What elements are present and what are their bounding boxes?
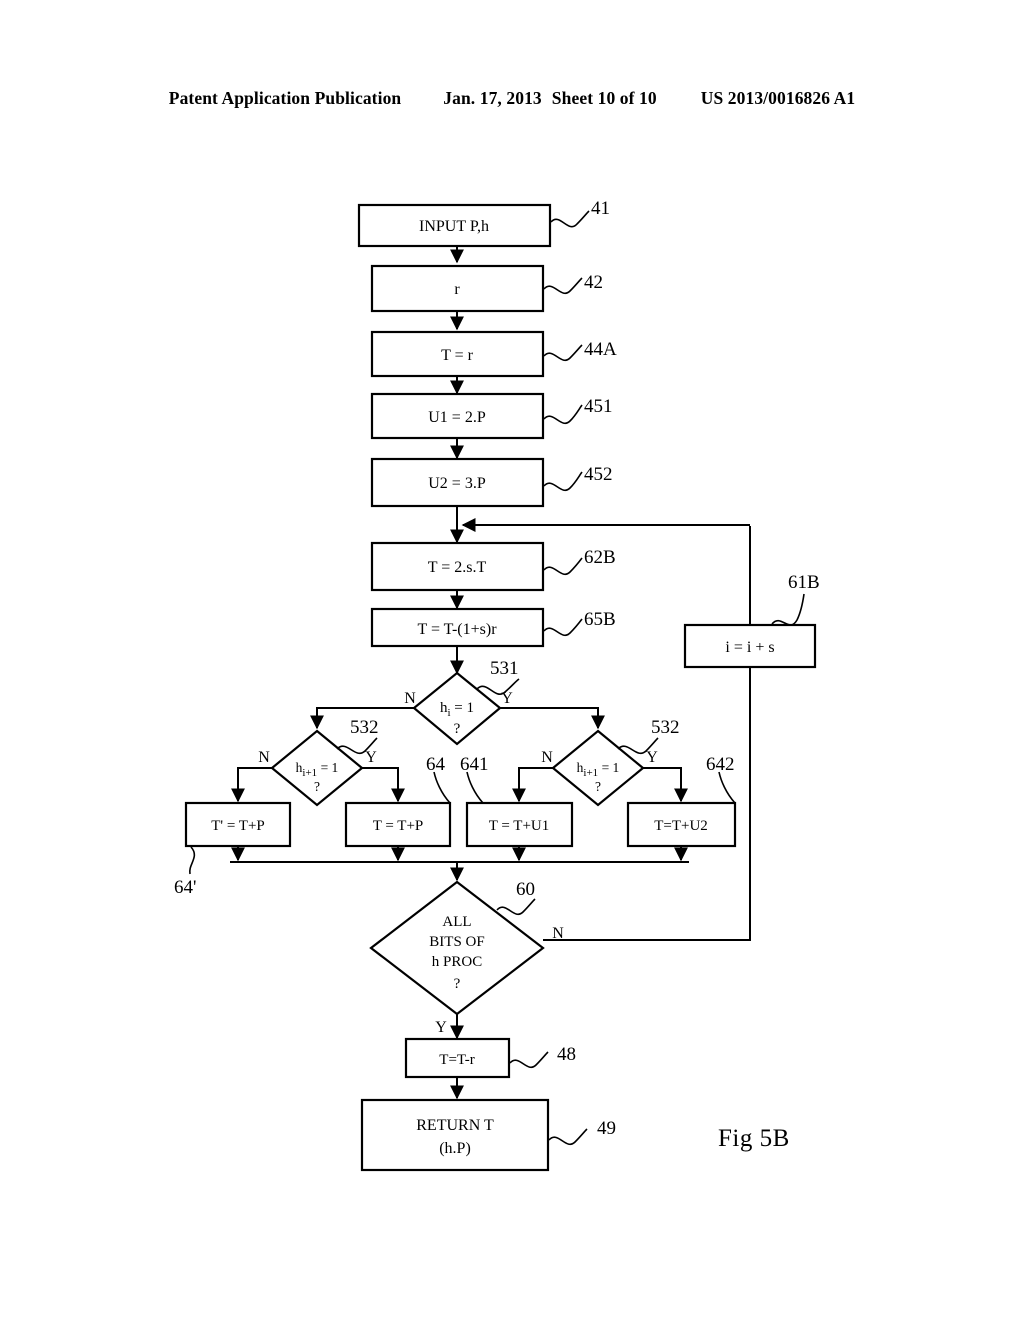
node-t-plus-u2-label: T=T+U2 — [654, 818, 708, 834]
ref-num-62B: 62B — [584, 547, 616, 568]
flowchart-diagram: INPUT P,h r T = r U1 = 2.P U2 = 3.P T = … — [174, 198, 820, 1172]
node-return-t-line1: RETURN T — [416, 1117, 494, 1134]
node-r-label: r — [454, 281, 460, 298]
node-decision-hi: hi = 1 ? — [412, 671, 502, 746]
node-r: r — [370, 264, 545, 313]
node-u2: U2 = 3.P — [370, 457, 545, 508]
ref-num-452: 452 — [584, 464, 613, 485]
node-u1: U1 = 2.P — [370, 392, 545, 440]
node-decision-hi1-right-question: ? — [595, 779, 601, 794]
node-decision-hi1-left: hi+1 = 1 ? — [270, 729, 364, 807]
node-decision-all-bits-line4: ? — [454, 976, 461, 992]
ref-num-641: 641 — [460, 754, 489, 775]
node-return-t: RETURN T (h.P) — [360, 1098, 550, 1172]
connector-532R-no — [512, 767, 553, 803]
node-i-increment: i = i + s — [683, 623, 817, 669]
branch-label-532L-yes: Y — [365, 749, 377, 766]
ref-num-49: 49 — [597, 1118, 616, 1139]
connector-532L-no — [231, 767, 272, 803]
ref-num-44A: 44A — [584, 339, 617, 360]
node-t-minus-r: T=T-r — [404, 1037, 511, 1079]
ref-num-642: 642 — [706, 754, 735, 775]
node-return-t-line2: (h.P) — [439, 1140, 471, 1157]
branch-label-532R-no: N — [541, 749, 553, 766]
ref-num-532-right: 532 — [651, 717, 680, 738]
node-decision-hi-question: ? — [454, 721, 461, 737]
node-decision-hi1-right: hi+1 = 1 ? — [551, 729, 645, 807]
node-input-ph: INPUT P,h — [357, 203, 552, 248]
connector-532R-yes — [643, 767, 688, 803]
branch-label-531-no: N — [404, 690, 416, 707]
node-t-plus-p-label: T = T+P — [373, 818, 424, 834]
ref-num-60: 60 — [516, 879, 535, 900]
node-decision-hi1-left-question: ? — [314, 779, 320, 794]
connector-531-yes — [500, 707, 605, 730]
node-i-increment-label: i = i + s — [725, 639, 774, 656]
node-t-plus-u1: T = T+U1 — [465, 801, 574, 848]
node-t-2st: T = 2.s.T — [370, 541, 545, 592]
node-t-2st-label: T = 2.s.T — [428, 559, 487, 576]
node-t-plus-u1-label: T = T+U1 — [489, 818, 550, 834]
node-u1-label: U1 = 2.P — [428, 409, 486, 426]
ref-num-42: 42 — [584, 272, 603, 293]
node-t-equals-r-label: T = r — [441, 347, 474, 364]
node-t-minus-r-label: T=T-r — [439, 1052, 474, 1068]
ref-num-64: 64 — [426, 754, 446, 775]
ref-num-48: 48 — [557, 1044, 576, 1065]
node-decision-all-bits-line3: h PROC — [432, 954, 482, 970]
node-t-minus: T = T-(1+s)r — [370, 607, 545, 648]
node-decision-all-bits-line1: ALL — [442, 914, 471, 930]
node-tprime-plus-p-label: T' = T+P — [211, 818, 265, 834]
ref-num-532-left: 532 — [350, 717, 379, 738]
ref-num-41: 41 — [591, 198, 610, 219]
branch-label-60-no: N — [552, 925, 564, 942]
node-t-minus-label: T = T-(1+s)r — [417, 621, 497, 638]
node-u2-label: U2 = 3.P — [428, 475, 486, 492]
ref-num-65B: 65B — [584, 609, 616, 630]
ref-num-531: 531 — [490, 658, 519, 679]
branch-label-60-yes: Y — [435, 1019, 447, 1036]
node-decision-all-bits: ALL BITS OF h PROC ? — [369, 880, 545, 1016]
node-decision-all-bits-line2: BITS OF — [429, 934, 484, 950]
ref-num-61B: 61B — [788, 572, 820, 593]
node-t-equals-r: T = r — [370, 330, 545, 378]
node-t-plus-p: T = T+P — [344, 801, 452, 848]
node-t-plus-u2: T=T+U2 — [626, 801, 737, 848]
node-input-ph-label: INPUT P,h — [419, 218, 489, 235]
branch-label-532R-yes: Y — [646, 749, 658, 766]
connector-532L-yes — [362, 767, 405, 803]
ref-num-64-prime: 64' — [174, 877, 196, 898]
node-tprime-plus-p: T' = T+P — [184, 801, 292, 848]
branch-label-532L-no: N — [258, 749, 270, 766]
ref-num-451: 451 — [584, 396, 613, 417]
patent-figure-page: Patent Application Publication Jan. 17, … — [0, 0, 1024, 1320]
